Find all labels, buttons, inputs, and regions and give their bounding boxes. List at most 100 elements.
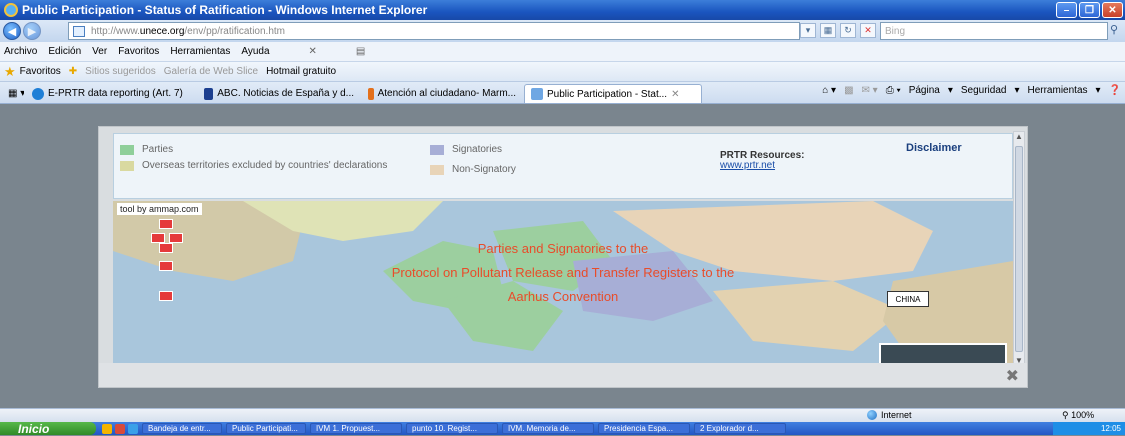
refresh-icon[interactable]: ↻ <box>840 23 856 38</box>
lightbox-footer: ✖ <box>99 363 1027 387</box>
menu-favoritos[interactable]: Favoritos <box>118 46 159 57</box>
url-prefix: http://www. <box>91 25 140 37</box>
tab-abc[interactable]: ABC. Noticias de España y d... <box>198 84 360 103</box>
close-button[interactable]: ✕ <box>1102 2 1123 18</box>
legend-non-signatory: Non-Signatory <box>430 164 516 175</box>
url-path: /env/pp/ratification.htm <box>184 25 285 37</box>
security-menu[interactable]: Seguridad <box>961 85 1007 96</box>
page-icon <box>73 26 85 37</box>
address-input[interactable]: http://www. unece.org/env/pp/ratification… <box>68 22 800 40</box>
forward-button[interactable]: ▶ <box>23 22 41 40</box>
favorites-star-icon[interactable]: ★ <box>4 64 16 80</box>
favorites-item-suggested[interactable]: Sitios sugeridos <box>85 66 156 77</box>
taskbar-item[interactable]: punto 10. Regist... <box>406 423 498 434</box>
taskbar-item[interactable]: IVM 1. Propuest... <box>310 423 402 434</box>
taskbar-item[interactable]: Bandeja de entr... <box>142 423 222 434</box>
internet-explorer-icon <box>4 3 18 17</box>
browser-window: Public Participation - Status of Ratific… <box>0 0 1125 436</box>
quick-launch <box>102 423 138 434</box>
quick-launch-icon[interactable] <box>102 423 112 434</box>
stop-icon[interactable]: ✕ <box>860 23 876 38</box>
menu-edicion[interactable]: Edición <box>48 46 81 57</box>
legend-parties: Parties <box>120 144 173 155</box>
taskbar-item[interactable]: 2 Explorador d... <box>694 423 786 434</box>
new-tab-button[interactable] <box>704 84 724 103</box>
menu-herramientas[interactable]: Herramientas <box>170 46 230 57</box>
legend-swatch <box>430 145 444 155</box>
add-favorite-icon[interactable]: ✚ <box>69 66 77 77</box>
convert-icon[interactable]: ▤ <box>356 46 365 57</box>
menu-ver[interactable]: Ver <box>92 46 107 57</box>
quick-tabs-button[interactable]: ▦ ▾ <box>2 84 24 103</box>
pan-up-icon[interactable] <box>159 219 173 229</box>
zone-label: Internet <box>881 410 912 420</box>
tab-eprtr[interactable]: E-PRTR data reporting (Art. 7) <box>26 84 196 103</box>
home-icon[interactable]: ⌂ ▾ <box>822 85 836 96</box>
scroll-up-icon[interactable]: ▲ <box>1014 132 1024 144</box>
favorites-button[interactable]: Favoritos <box>20 66 61 77</box>
feeds-icon[interactable]: ▩ <box>844 85 853 96</box>
window-title: Public Participation - Status of Ratific… <box>22 3 428 17</box>
tab-marm[interactable]: Atención al ciudadano- Marm... <box>362 84 522 103</box>
quick-launch-icon[interactable] <box>128 423 138 434</box>
status-bar: Internet ⚲ 100% <box>0 408 1125 422</box>
map-region <box>573 251 713 321</box>
map-overview-inset[interactable] <box>879 343 1007 363</box>
globe-icon <box>867 410 877 420</box>
chevron-down-icon: ▾ <box>1014 85 1020 96</box>
prtr-resources-link[interactable]: www.prtr.net <box>720 160 775 171</box>
map-legend: Parties Overseas territories excluded by… <box>113 133 1013 199</box>
scroll-thumb[interactable] <box>1015 146 1023 352</box>
favorites-item-webslice[interactable]: Galería de Web Slice <box>164 66 258 77</box>
lightbox-scrollbar[interactable]: ▲ ▼ <box>1013 131 1025 369</box>
close-icon[interactable]: ✖ <box>1006 366 1019 386</box>
quick-launch-icon[interactable] <box>115 423 125 434</box>
tools-menu[interactable]: Herramientas <box>1027 85 1087 96</box>
zoom-icon: ⚲ <box>1062 410 1069 420</box>
zoom-label: 100% <box>1071 410 1095 420</box>
tab-public-participation[interactable]: Public Participation - Stat... ✕ <box>524 84 702 103</box>
help-icon[interactable]: ❓ <box>1109 85 1121 96</box>
legend-signatories: Signatories <box>430 144 502 155</box>
back-button[interactable]: ◀ <box>3 22 21 40</box>
taskbar-item[interactable]: Public Participati... <box>226 423 306 434</box>
unece-favicon <box>531 88 543 100</box>
close-toolbar-icon[interactable]: ✕ <box>309 46 317 57</box>
start-button[interactable]: Inicio <box>0 422 96 436</box>
legend-swatch <box>120 145 134 155</box>
tab-bar: ▦ ▾ E-PRTR data reporting (Art. 7) ABC. … <box>0 82 1125 104</box>
minimize-button[interactable]: – <box>1056 2 1077 18</box>
compatibility-view-icon[interactable]: ▦ <box>820 23 836 38</box>
menu-ayuda[interactable]: Ayuda <box>241 46 269 57</box>
disclaimer-link[interactable]: Disclaimer <box>906 142 962 154</box>
menu-bar: Archivo Edición Ver Favoritos Herramient… <box>0 42 1125 62</box>
taskbar-item[interactable]: IVM. Memoria de... <box>502 423 594 434</box>
map-lightbox: Parties Overseas territories excluded by… <box>98 126 1028 388</box>
search-input[interactable]: Bing <box>880 22 1108 40</box>
page-menu[interactable]: Página <box>909 85 940 96</box>
tab-label: Public Participation - Stat... <box>547 88 668 100</box>
map-title-line1: Parties and Signatories to the <box>477 241 649 256</box>
favorites-item-hotmail[interactable]: Hotmail gratuito <box>266 66 336 77</box>
taskbar-item[interactable]: Presidencia Espa... <box>598 423 690 434</box>
chevron-down-icon: ▾ <box>1095 85 1101 96</box>
legend-swatch <box>430 165 444 175</box>
menu-archivo[interactable]: Archivo <box>4 46 37 57</box>
print-icon[interactable]: ⎙ ▾ <box>886 85 901 96</box>
map-title-line2: Protocol on Pollutant Release and Transf… <box>391 265 735 280</box>
dropdown-arrow-icon[interactable]: ▾ <box>800 23 816 38</box>
favorites-bar: ★ Favoritos ✚ Sitios sugeridos Galería d… <box>0 62 1125 82</box>
tab-close-icon[interactable]: ✕ <box>671 89 679 100</box>
clock: 12:05 <box>1100 424 1121 433</box>
eprtr-favicon <box>32 87 44 100</box>
search-icon[interactable]: ⚲ <box>1110 23 1124 39</box>
maximize-button[interactable]: ❐ <box>1079 2 1100 18</box>
page-content: Parties Overseas territories excluded by… <box>0 104 1125 408</box>
address-toolbar: ◀ ▶ http://www. unece.org/env/pp/ratifica… <box>0 20 1125 42</box>
mail-icon[interactable]: ✉ ▾ <box>862 85 878 96</box>
map-credit[interactable]: tool by ammap.com <box>117 203 202 215</box>
zoom-level[interactable]: ⚲ 100% <box>1062 410 1094 421</box>
ratification-map[interactable]: tool by ammap.com Parties and Signatorie… <box>113 201 1013 363</box>
china-tooltip: CHINA <box>887 291 929 307</box>
tab-label: E-PRTR data reporting (Art. 7) <box>48 88 183 99</box>
